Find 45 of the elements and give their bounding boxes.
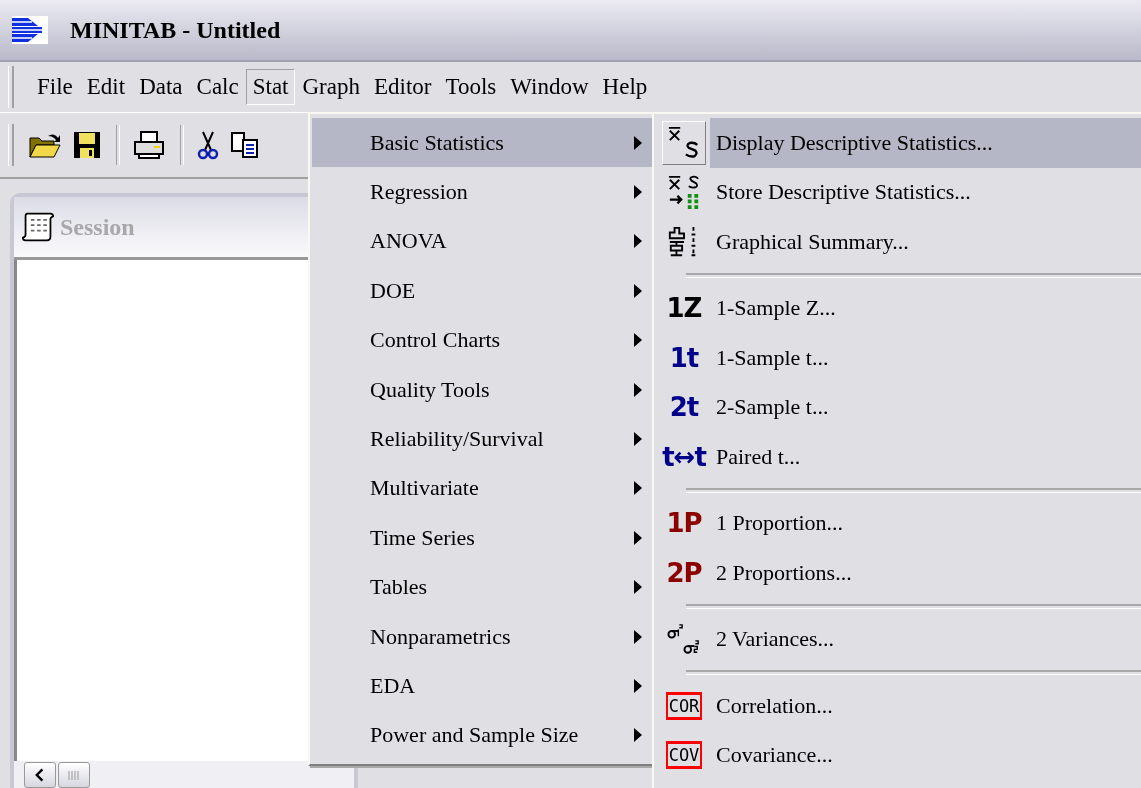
menu-icon: 1t [669,342,699,373]
menu-item[interactable]: Editor [366,69,439,105]
menu-item[interactable]: Covariance... [710,730,1141,780]
menu-icon: t↔t [662,441,706,472]
menu-icon: 2P [666,557,702,588]
menu-icon: COV [665,741,703,770]
menu-item[interactable]: 1 Proportion... [710,498,1141,548]
menu-item[interactable]: Correlation... [710,681,1141,731]
menu-icon: COR [665,691,703,720]
menu-item[interactable]: Stat [245,69,296,105]
menu-item[interactable]: Graph [295,69,367,105]
menu-item[interactable]: Basic Statistics [312,118,652,168]
menu-icon: 1P [666,508,702,539]
menu-item[interactable]: ANOVA [312,216,652,267]
menu-item[interactable]: 2-Sample t... [710,382,1141,432]
menu-item[interactable]: 1-Sample t... [710,333,1141,383]
menu-item[interactable]: File [30,69,80,105]
menu-icon: 1Z [666,293,702,324]
menu-item[interactable]: Display Descriptive Statistics... [710,118,1141,168]
menu-item[interactable]: Nonparametrics [312,611,652,662]
menu-item[interactable]: Multivariate [312,463,652,514]
menu-item[interactable]: Reliability/Survival [312,414,652,464]
menu-item[interactable]: 2 Proportions... [710,548,1141,598]
menu-item[interactable]: Quality Tools [312,364,652,415]
menu-item[interactable]: Tools [438,69,504,105]
menu-item[interactable]: Power and Sample Size [312,710,652,761]
menu-icon: 2t [669,392,699,423]
menu-item[interactable]: Data [132,69,190,105]
menu-item[interactable]: Control Charts [312,315,652,365]
menu-item[interactable]: Help [595,69,655,105]
menu-item[interactable]: Edit [79,69,133,105]
menu-item[interactable]: Regression [312,167,652,217]
menu-item[interactable]: DOE [312,266,652,316]
menu-item[interactable]: 2 Variances... [710,614,1141,664]
window-title: MINITAB - Untitled [70,16,281,44]
menu-item[interactable]: Graphical Summary... [710,217,1141,267]
menu-item[interactable]: Paired t... [710,432,1141,482]
menu-item[interactable]: EDA [312,661,652,711]
menu-item[interactable]: Time Series [312,513,652,563]
session-title: Session [60,213,135,241]
menu-item[interactable]: Tables [312,562,652,612]
menu-item[interactable]: 1-Sample Z... [710,283,1141,333]
menu-item[interactable]: Calc [189,69,246,105]
menu-item[interactable]: Store Descriptive Statistics... [710,167,1141,217]
menu-item[interactable]: Window [503,69,596,105]
